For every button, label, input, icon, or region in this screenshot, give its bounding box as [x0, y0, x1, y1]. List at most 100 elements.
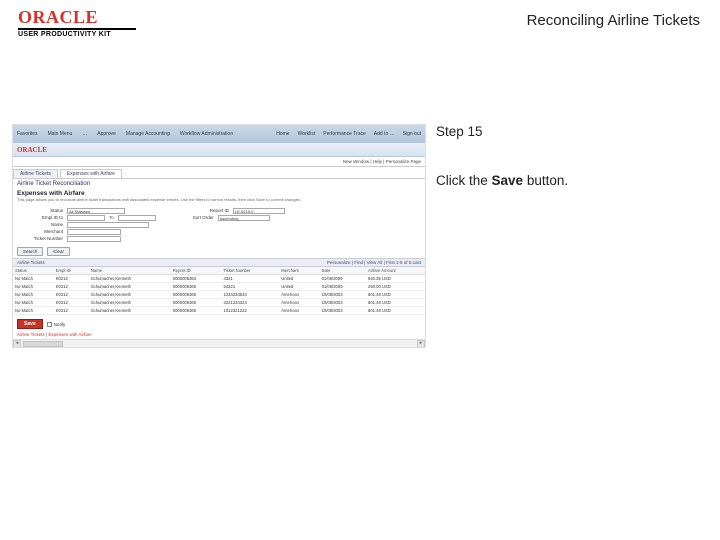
- link-add-to[interactable]: Add to …: [374, 131, 395, 137]
- cell-rep: 0000006365: [171, 282, 222, 290]
- results-table: Status Empl ID Name Report ID Ticket Num…: [13, 267, 425, 315]
- tabs: Airline Tickets Expenses with Airfare: [13, 167, 425, 179]
- cell-name: Schumacher,Kenneth: [89, 282, 171, 290]
- merchant-field[interactable]: [67, 229, 121, 235]
- nav-manage-accounting[interactable]: Manage Accounting: [126, 131, 170, 137]
- cell-amt: 801.48 USD: [366, 306, 425, 314]
- cell-ticket: 1012321222: [222, 306, 280, 314]
- table-row[interactable]: No MatchK0212Schumacher,Kenneth000000636…: [13, 274, 425, 282]
- filter-form: Status All Statuses Report ID LE 0219-0 …: [13, 205, 425, 245]
- empl-from-field[interactable]: [67, 215, 105, 221]
- link-worklist[interactable]: Worklist: [298, 131, 316, 137]
- ticket-field[interactable]: [67, 236, 121, 242]
- notify-checkbox-icon: [47, 322, 52, 327]
- nav-favorites[interactable]: Favorites: [17, 131, 38, 137]
- cell-ticket: 3221234324: [222, 298, 280, 306]
- cell-status: No Match: [13, 274, 54, 282]
- cell-amt: 940.35 USD: [366, 274, 425, 282]
- name-label: Name: [17, 222, 63, 227]
- col-merchant[interactable]: Merchant: [279, 267, 319, 275]
- scroll-thumb[interactable]: [23, 341, 63, 347]
- cell-merch: American: [279, 306, 319, 314]
- upk-label: USER PRODUCTIVITY KIT: [18, 31, 136, 38]
- col-amount[interactable]: Airfare Amount: [366, 267, 425, 275]
- oracle-logo: ORACLE: [18, 8, 136, 26]
- cell-emp: K0212: [54, 306, 89, 314]
- nav-breadcrumb-sep: …: [82, 131, 87, 137]
- cell-ticket: 1234234534: [222, 290, 280, 298]
- scroll-left-icon[interactable]: ◂: [13, 340, 21, 348]
- grid-title: Airline Tickets: [17, 260, 45, 265]
- help-text: This page allows you to reconcile airlin…: [13, 198, 425, 205]
- col-report[interactable]: Report ID: [171, 267, 222, 275]
- tab-airline-tickets[interactable]: Airline Tickets: [13, 169, 58, 178]
- cell-amt: 250.00 USD: [366, 282, 425, 290]
- instr-text-bold: Save: [492, 173, 524, 188]
- search-button[interactable]: Search: [17, 247, 43, 256]
- col-empl[interactable]: Empl ID: [54, 267, 89, 275]
- ticket-label: Ticket Number: [17, 236, 63, 241]
- grid-tools[interactable]: Personalize | Find | View All | First 1-…: [327, 260, 421, 265]
- status-select[interactable]: All Statuses: [67, 208, 125, 214]
- col-name[interactable]: Name: [89, 267, 171, 275]
- bottom-tab-links[interactable]: Airline Tickets | Expenses with Airfare: [17, 332, 92, 337]
- topbar-left: Favorites Main Menu … Approve Manage Acc…: [17, 131, 233, 137]
- to-label: To: [109, 215, 114, 220]
- sort-select[interactable]: Ascending: [218, 215, 270, 221]
- form-buttons: Search Clear: [13, 245, 425, 258]
- scroll-right-icon[interactable]: ▸: [417, 340, 425, 348]
- link-perf-trace[interactable]: Performance Trace: [323, 131, 366, 137]
- cell-ticket: 4321: [222, 274, 280, 282]
- app-topbar: Favorites Main Menu … Approve Manage Acc…: [13, 125, 425, 143]
- nav-mainmenu[interactable]: Main Menu: [48, 131, 73, 137]
- clear-button[interactable]: Clear: [47, 247, 70, 256]
- col-date[interactable]: Date: [320, 267, 366, 275]
- app-screenshot: Favorites Main Menu … Approve Manage Acc…: [12, 124, 426, 348]
- horizontal-scrollbar[interactable]: ◂ ▸: [13, 339, 425, 347]
- link-signout[interactable]: Sign out: [403, 131, 421, 137]
- save-button[interactable]: Save: [17, 319, 43, 329]
- notify-control[interactable]: Notify: [47, 322, 66, 327]
- brand-block: ORACLE USER PRODUCTIVITY KIT: [18, 8, 136, 38]
- cell-rep: 0000006365: [171, 290, 222, 298]
- table-header-row: Status Empl ID Name Report ID Ticket Num…: [13, 267, 425, 275]
- table-row[interactable]: No MatchK0212Schumacher,Kenneth000000636…: [13, 298, 425, 306]
- col-ticket[interactable]: Ticket Number: [222, 267, 280, 275]
- cell-amt: 801.48 USD: [366, 298, 425, 306]
- doc-title: Reconciling Airline Tickets: [527, 12, 700, 29]
- content-area: Favorites Main Menu … Approve Manage Acc…: [12, 124, 568, 348]
- cell-amt: 801.48 USD: [366, 290, 425, 298]
- app-oracle-logo: ORACLE: [17, 146, 47, 154]
- app-logobar: ORACLE: [13, 143, 425, 157]
- cell-merch: United: [279, 274, 319, 282]
- cell-merch: United: [279, 282, 319, 290]
- instr-text-c: button.: [523, 173, 568, 188]
- nav-approve[interactable]: Approve: [97, 131, 116, 137]
- table-row[interactable]: No MatchK0212Schumacher,Kenneth000000636…: [13, 290, 425, 298]
- cell-ticket: 54321: [222, 282, 280, 290]
- table-row[interactable]: No MatchK0212Schumacher,Kenneth000000636…: [13, 306, 425, 314]
- step-label: Step 15: [436, 124, 568, 139]
- scroll-track[interactable]: [21, 341, 417, 347]
- merchant-label: Merchant: [17, 229, 63, 234]
- nav-workflow-admin[interactable]: Workflow Administration: [180, 131, 233, 137]
- cell-emp: K0212: [54, 298, 89, 306]
- table-row[interactable]: No MatchK0212Schumacher,Kenneth000000636…: [13, 282, 425, 290]
- report-label: Report ID: [193, 208, 229, 213]
- link-home[interactable]: Home: [276, 131, 289, 137]
- cell-emp: K0212: [54, 290, 89, 298]
- grid-header: Airline Tickets Personalize | Find | Vie…: [13, 258, 425, 267]
- tab-expenses-airfare[interactable]: Expenses with Airfare: [60, 169, 122, 178]
- cell-name: Schumacher,Kenneth: [89, 298, 171, 306]
- empl-to-field[interactable]: [118, 215, 156, 221]
- sort-label: Sort Order: [178, 215, 214, 220]
- section-title: Airline Ticket Reconciliation: [13, 179, 425, 189]
- cell-status: No Match: [13, 282, 54, 290]
- cell-rep: 0000006365: [171, 298, 222, 306]
- name-field[interactable]: [67, 222, 149, 228]
- cell-date: 01/06/2009: [320, 282, 366, 290]
- cell-status: No Match: [13, 306, 54, 314]
- col-status[interactable]: Status: [13, 267, 54, 275]
- app-linkbar[interactable]: New Window | Help | Personalize Page: [13, 157, 425, 167]
- report-field[interactable]: LE 0219-0: [233, 208, 285, 214]
